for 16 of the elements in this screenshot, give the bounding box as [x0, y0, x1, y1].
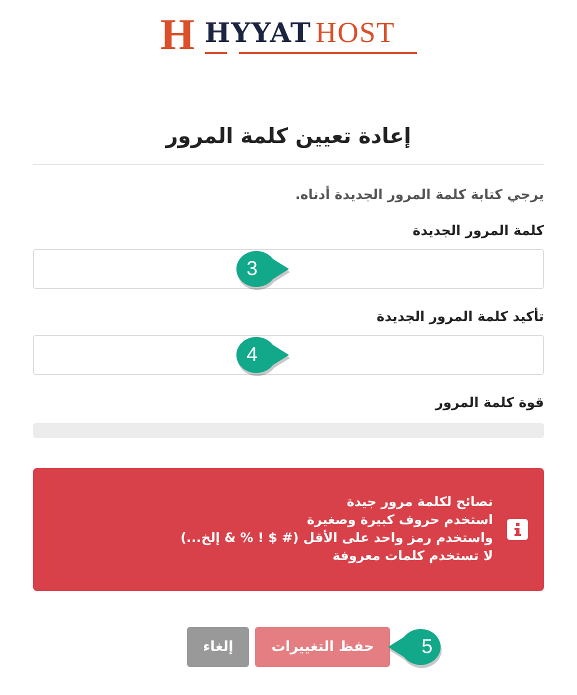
instruction-text: يرجي كتابة كلمة المرور الجديدة أدناه. [294, 187, 544, 203]
logo-name: HYYAT [204, 18, 312, 48]
password-field[interactable] [33, 335, 544, 375]
password-field[interactable] [33, 249, 544, 289]
tip-text: نصائح لكلمة مرور جيدة [346, 495, 493, 510]
field-label: كلمة المرور الجديدة [412, 223, 544, 239]
logo-suffix: HOST [316, 16, 396, 50]
logo-mark: H [160, 13, 195, 57]
page-title: إعادة تعيين كلمة المرور [33, 124, 544, 165]
tip-text: لا تستخدم كلمات معروفة [331, 549, 493, 564]
info-icon [507, 519, 528, 540]
tip-text: واستخدم رمز واحد على الأقل (# $ ! % & إلخ...) [180, 531, 493, 546]
tip-text: استخدم حروف كبيرة وصغيرة [306, 513, 493, 528]
strength-label: قوة كلمة المرور [435, 395, 544, 411]
field-label: تأكيد كلمة المرور الجديدة [376, 309, 544, 325]
cancel-button[interactable]: إلغاء [186, 627, 250, 667]
